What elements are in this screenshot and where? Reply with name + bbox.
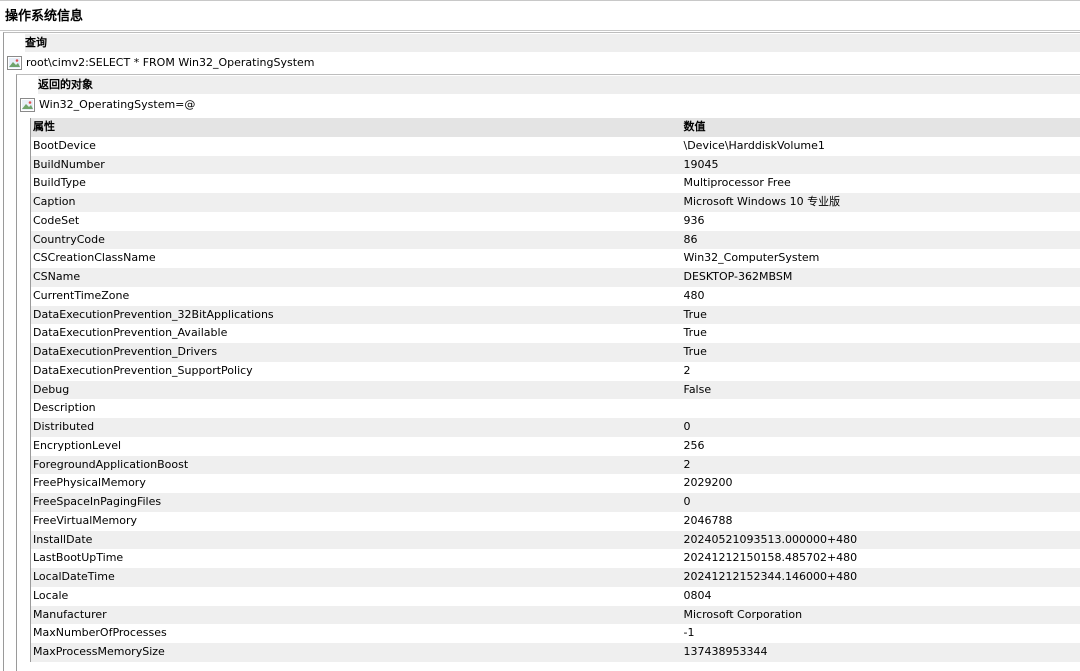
query-text: root\cimv2:SELECT * FROM Win32_Operating…: [26, 54, 315, 72]
property-name-cell: DataExecutionPrevention_Drivers: [31, 343, 682, 362]
table-row[interactable]: Locale0804: [31, 587, 1080, 606]
property-value-cell: 86: [682, 231, 1080, 250]
property-name-cell: DataExecutionPrevention_Available: [31, 324, 682, 343]
broken-image-icon: [20, 98, 35, 112]
query-row[interactable]: root\cimv2:SELECT * FROM Win32_Operating…: [7, 54, 315, 72]
table-row[interactable]: DataExecutionPrevention_DriversTrue: [31, 343, 1080, 362]
property-value-cell: 20241212152344.146000+480: [682, 568, 1080, 587]
property-value-cell: 19045: [682, 156, 1080, 175]
property-name-cell: LocalDateTime: [31, 568, 682, 587]
table-row[interactable]: BootDevice\Device\HarddiskVolume1: [31, 137, 1080, 156]
property-value-cell: [682, 399, 1080, 418]
table-row[interactable]: FreeSpaceInPagingFiles0: [31, 493, 1080, 512]
returned-header: 返回的对象: [38, 76, 1080, 94]
table-header-row: 属性 数值: [31, 118, 1080, 137]
property-name-cell: EncryptionLevel: [31, 437, 682, 456]
property-value-cell: \Device\HarddiskVolume1: [682, 137, 1080, 156]
table-row[interactable]: LastBootUpTime20241212150158.485702+480: [31, 549, 1080, 568]
table-row[interactable]: CountryCode86: [31, 231, 1080, 250]
broken-image-icon: [7, 56, 22, 70]
table-row[interactable]: LocalDateTime20241212152344.146000+480: [31, 568, 1080, 587]
property-value-cell: 2: [682, 362, 1080, 381]
table-row[interactable]: DebugFalse: [31, 381, 1080, 400]
property-value-cell: 137438953344: [682, 643, 1080, 662]
property-name-cell: LastBootUpTime: [31, 549, 682, 568]
property-name-cell: FreePhysicalMemory: [31, 474, 682, 493]
returned-object-text: Win32_OperatingSystem=@: [39, 96, 195, 114]
property-value-cell: 2046788: [682, 512, 1080, 531]
property-name-cell: BuildType: [31, 174, 682, 193]
property-name-cell: Description: [31, 399, 682, 418]
properties-table: 属性 数值 BootDevice\Device\HarddiskVolume1B…: [30, 118, 1080, 662]
header-divider: [0, 30, 1080, 31]
property-value-cell: 480: [682, 287, 1080, 306]
property-name-cell: CurrentTimeZone: [31, 287, 682, 306]
property-value-cell: 936: [682, 212, 1080, 231]
table-row[interactable]: DataExecutionPrevention_SupportPolicy2: [31, 362, 1080, 381]
property-value-cell: -1: [682, 624, 1080, 643]
table-row[interactable]: ForegroundApplicationBoost2: [31, 456, 1080, 475]
property-value-cell: Multiprocessor Free: [682, 174, 1080, 193]
table-row[interactable]: EncryptionLevel256: [31, 437, 1080, 456]
table-row[interactable]: InstallDate20240521093513.000000+480: [31, 531, 1080, 550]
property-name-cell: FreeVirtualMemory: [31, 512, 682, 531]
table-row[interactable]: Distributed0: [31, 418, 1080, 437]
property-value-cell: DESKTOP-362MBSM: [682, 268, 1080, 287]
property-name-cell: Manufacturer: [31, 606, 682, 625]
table-row[interactable]: FreePhysicalMemory2029200: [31, 474, 1080, 493]
property-name-cell: DataExecutionPrevention_SupportPolicy: [31, 362, 682, 381]
query-header: 查询: [25, 34, 1080, 52]
property-name-cell: CSCreationClassName: [31, 249, 682, 268]
table-row[interactable]: DataExecutionPrevention_AvailableTrue: [31, 324, 1080, 343]
table-row[interactable]: CSNameDESKTOP-362MBSM: [31, 268, 1080, 287]
table-row[interactable]: BuildTypeMultiprocessor Free: [31, 174, 1080, 193]
property-value-cell: Win32_ComputerSystem: [682, 249, 1080, 268]
table-row[interactable]: ManufacturerMicrosoft Corporation: [31, 606, 1080, 625]
table-row[interactable]: CSCreationClassNameWin32_ComputerSystem: [31, 249, 1080, 268]
property-name-cell: CodeSet: [31, 212, 682, 231]
property-value-cell: 2: [682, 456, 1080, 475]
property-value-cell: 0: [682, 418, 1080, 437]
table-row[interactable]: FreeVirtualMemory2046788: [31, 512, 1080, 531]
table-row[interactable]: MaxNumberOfProcesses-1: [31, 624, 1080, 643]
table-row[interactable]: Description: [31, 399, 1080, 418]
table-row[interactable]: DataExecutionPrevention_32BitApplication…: [31, 306, 1080, 325]
property-name-cell: MaxNumberOfProcesses: [31, 624, 682, 643]
property-name-cell: Distributed: [31, 418, 682, 437]
property-name-cell: ForegroundApplicationBoost: [31, 456, 682, 475]
table-row[interactable]: CodeSet936: [31, 212, 1080, 231]
property-name-cell: Debug: [31, 381, 682, 400]
column-header-property: 属性: [31, 118, 682, 137]
property-name-cell: BootDevice: [31, 137, 682, 156]
property-value-cell: True: [682, 343, 1080, 362]
property-value-cell: False: [682, 381, 1080, 400]
property-name-cell: InstallDate: [31, 531, 682, 550]
property-value-cell: 0804: [682, 587, 1080, 606]
table-row[interactable]: BuildNumber19045: [31, 156, 1080, 175]
property-name-cell: DataExecutionPrevention_32BitApplication…: [31, 306, 682, 325]
title-divider: [0, 0, 1080, 1]
table-row[interactable]: CurrentTimeZone480: [31, 287, 1080, 306]
table-row[interactable]: MaxProcessMemorySize137438953344: [31, 643, 1080, 662]
property-name-cell: Caption: [31, 193, 682, 212]
property-name-cell: Locale: [31, 587, 682, 606]
property-value-cell: 256: [682, 437, 1080, 456]
property-value-cell: 2029200: [682, 474, 1080, 493]
property-value-cell: 20240521093513.000000+480: [682, 531, 1080, 550]
table-row[interactable]: CaptionMicrosoft Windows 10 专业版: [31, 193, 1080, 212]
property-name-cell: MaxProcessMemorySize: [31, 643, 682, 662]
page-title: 操作系统信息: [5, 0, 83, 30]
property-value-cell: 0: [682, 493, 1080, 512]
property-value-cell: True: [682, 324, 1080, 343]
property-name-cell: BuildNumber: [31, 156, 682, 175]
property-value-cell: Microsoft Windows 10 专业版: [682, 193, 1080, 212]
property-value-cell: True: [682, 306, 1080, 325]
returned-object-row[interactable]: Win32_OperatingSystem=@: [20, 96, 195, 114]
property-name-cell: CountryCode: [31, 231, 682, 250]
property-name-cell: CSName: [31, 268, 682, 287]
column-header-value: 数值: [682, 118, 1080, 137]
property-name-cell: FreeSpaceInPagingFiles: [31, 493, 682, 512]
property-value-cell: 20241212150158.485702+480: [682, 549, 1080, 568]
property-value-cell: Microsoft Corporation: [682, 606, 1080, 625]
